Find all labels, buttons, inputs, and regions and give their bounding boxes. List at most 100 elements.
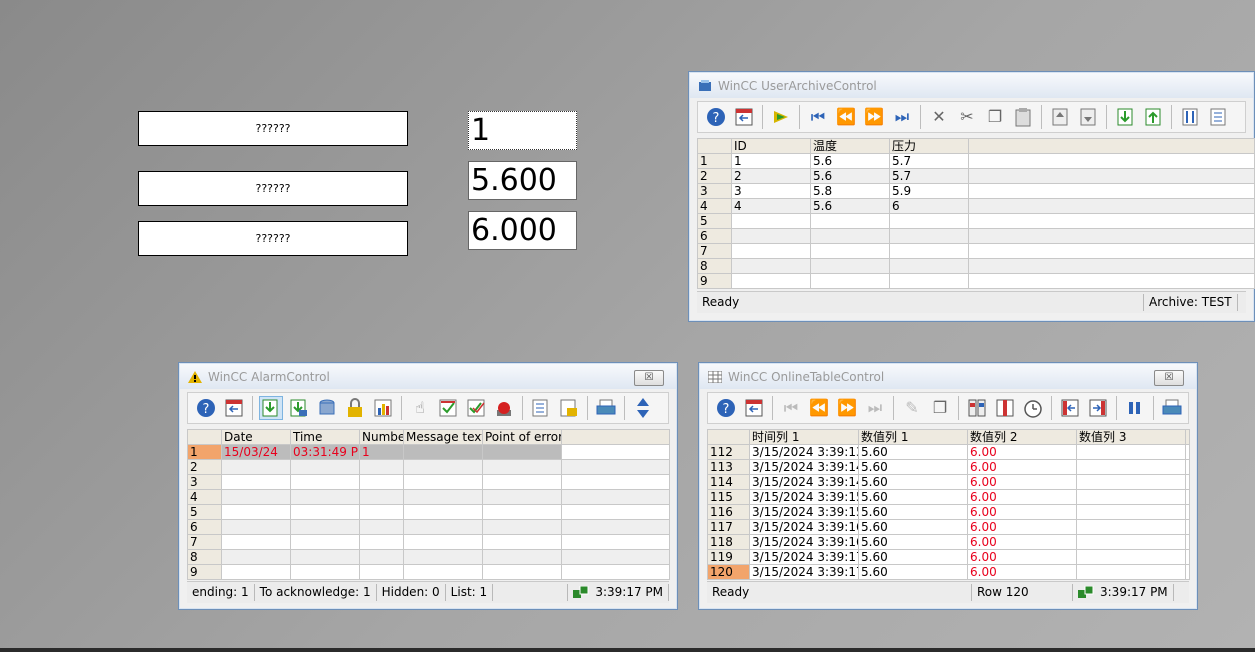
scroll-up-down-icon[interactable] [631, 396, 655, 420]
cell[interactable] [810, 213, 890, 229]
cell[interactable]: 6 [889, 198, 969, 214]
cell[interactable]: 5.6 [810, 198, 890, 214]
emergency-acknowledge-icon[interactable] [492, 396, 516, 420]
cell[interactable] [221, 534, 291, 550]
selection-dialog-icon[interactable] [529, 396, 553, 420]
column-header[interactable]: Point of error [482, 429, 562, 445]
cell[interactable] [482, 564, 562, 580]
cell[interactable]: 6.00 [967, 534, 1077, 550]
column-header[interactable]: ID [731, 138, 811, 154]
table-row[interactable]: 115 3/15/2024 3:39:15 5.60 6.00 [707, 489, 1190, 505]
cell[interactable]: 5.7 [889, 168, 969, 184]
table-row-selected[interactable]: 120 3/15/2024 3:39:17 5.60 6.00 [707, 564, 1190, 580]
cell[interactable] [290, 534, 360, 550]
cell[interactable]: 5.60 [858, 444, 968, 460]
help-icon[interactable]: ? [714, 396, 738, 420]
first-row-icon[interactable]: ⏮ [806, 105, 830, 129]
cell[interactable] [290, 459, 360, 475]
cell[interactable] [290, 564, 360, 580]
table-row[interactable]: 3 [187, 474, 670, 490]
group-acknowledge-icon[interactable] [464, 396, 488, 420]
column-header[interactable]: 温度 [810, 138, 890, 154]
cell[interactable]: 5.60 [858, 549, 968, 565]
print-icon[interactable] [594, 396, 618, 420]
cell[interactable]: 6.00 [967, 564, 1077, 580]
cell[interactable]: 6.00 [967, 519, 1077, 535]
cell[interactable] [290, 489, 360, 505]
table-row[interactable]: 117 3/15/2024 3:39:16 5.60 6.00 [707, 519, 1190, 535]
loop-in-alarm-icon[interactable]: ☝ [408, 396, 432, 420]
cell[interactable]: 3/15/2024 3:39:13 [749, 444, 859, 460]
single-acknowledge-icon[interactable] [436, 396, 460, 420]
cell[interactable] [359, 564, 404, 580]
select-archive-tag-icon[interactable] [965, 396, 989, 420]
cell[interactable] [1076, 519, 1186, 535]
table-row[interactable]: 112 3/15/2024 3:39:13 5.60 6.00 [707, 444, 1190, 460]
lock-dialog-icon[interactable] [557, 396, 581, 420]
cell[interactable]: 1 [731, 153, 811, 169]
cell[interactable] [403, 489, 483, 505]
table-row[interactable]: 113 3/15/2024 3:39:14 5.60 6.00 [707, 459, 1190, 475]
select-time-range-icon[interactable] [1021, 396, 1045, 420]
table-row[interactable]: 4 [187, 489, 670, 505]
cell[interactable]: 6.00 [967, 474, 1077, 490]
column-header[interactable]: 数值列 1 [858, 429, 968, 445]
next-data-record-icon[interactable]: ⏩ [835, 396, 859, 420]
import-icon[interactable] [1113, 105, 1137, 129]
table-row[interactable]: 5 [187, 504, 670, 520]
table-row[interactable]: 7 [697, 243, 1255, 259]
long-term-archive-icon[interactable] [315, 396, 339, 420]
cell[interactable] [731, 228, 811, 244]
cell[interactable]: 5.60 [858, 564, 968, 580]
column-header[interactable]: 压力 [889, 138, 969, 154]
table-row[interactable]: 7 [187, 534, 670, 550]
column-header[interactable]: 时间列 1 [749, 429, 859, 445]
cell[interactable] [359, 549, 404, 565]
cell[interactable]: 15/03/24 [221, 444, 291, 460]
cell[interactable] [1076, 489, 1186, 505]
selection-dialog-icon[interactable] [1206, 105, 1230, 129]
cell[interactable] [889, 228, 969, 244]
cell[interactable] [221, 549, 291, 565]
cell[interactable] [403, 444, 483, 460]
config-dialog-icon[interactable] [742, 396, 766, 420]
table-row[interactable]: 119 3/15/2024 3:39:17 5.60 6.00 [707, 549, 1190, 565]
cell[interactable] [1076, 504, 1186, 520]
previous-page-icon[interactable]: ⏪ [834, 105, 858, 129]
cell[interactable]: 6.00 [967, 444, 1077, 460]
cell[interactable] [1076, 564, 1186, 580]
sort-icon[interactable] [1178, 105, 1202, 129]
column-header[interactable]: Date [221, 429, 291, 445]
column-header[interactable]: Message text [403, 429, 483, 445]
table-row[interactable]: 2 [187, 459, 670, 475]
cell[interactable] [482, 519, 562, 535]
message-list-icon[interactable] [259, 396, 283, 420]
cell[interactable] [482, 489, 562, 505]
previous-data-record-icon[interactable]: ⏪ [807, 396, 831, 420]
stop-icon[interactable] [1123, 396, 1147, 420]
cell[interactable] [290, 519, 360, 535]
cell[interactable]: 5.60 [858, 519, 968, 535]
cell[interactable] [731, 258, 811, 274]
cell[interactable] [1076, 549, 1186, 565]
table-row[interactable]: 9 [187, 564, 670, 580]
select-archive-icon[interactable] [769, 105, 793, 129]
column-header[interactable]: Numbe [359, 429, 404, 445]
cell[interactable] [290, 549, 360, 565]
insert-row-above-icon[interactable] [1048, 105, 1072, 129]
cell[interactable]: 1 [359, 444, 404, 460]
cell[interactable] [1076, 444, 1186, 460]
cell[interactable] [731, 243, 811, 259]
cell[interactable]: 6.00 [967, 459, 1077, 475]
cell[interactable] [221, 519, 291, 535]
cell[interactable] [889, 273, 969, 289]
select-columns-icon[interactable] [993, 396, 1017, 420]
cell[interactable]: 3/15/2024 3:39:17 [749, 549, 859, 565]
cell[interactable] [889, 243, 969, 259]
lock-list-icon[interactable] [343, 396, 367, 420]
cell[interactable] [221, 459, 291, 475]
cell[interactable] [403, 549, 483, 565]
column-header[interactable]: 数值列 3 [1076, 429, 1186, 445]
insert-row-below-icon[interactable] [1076, 105, 1100, 129]
hit-list-icon[interactable] [371, 396, 395, 420]
